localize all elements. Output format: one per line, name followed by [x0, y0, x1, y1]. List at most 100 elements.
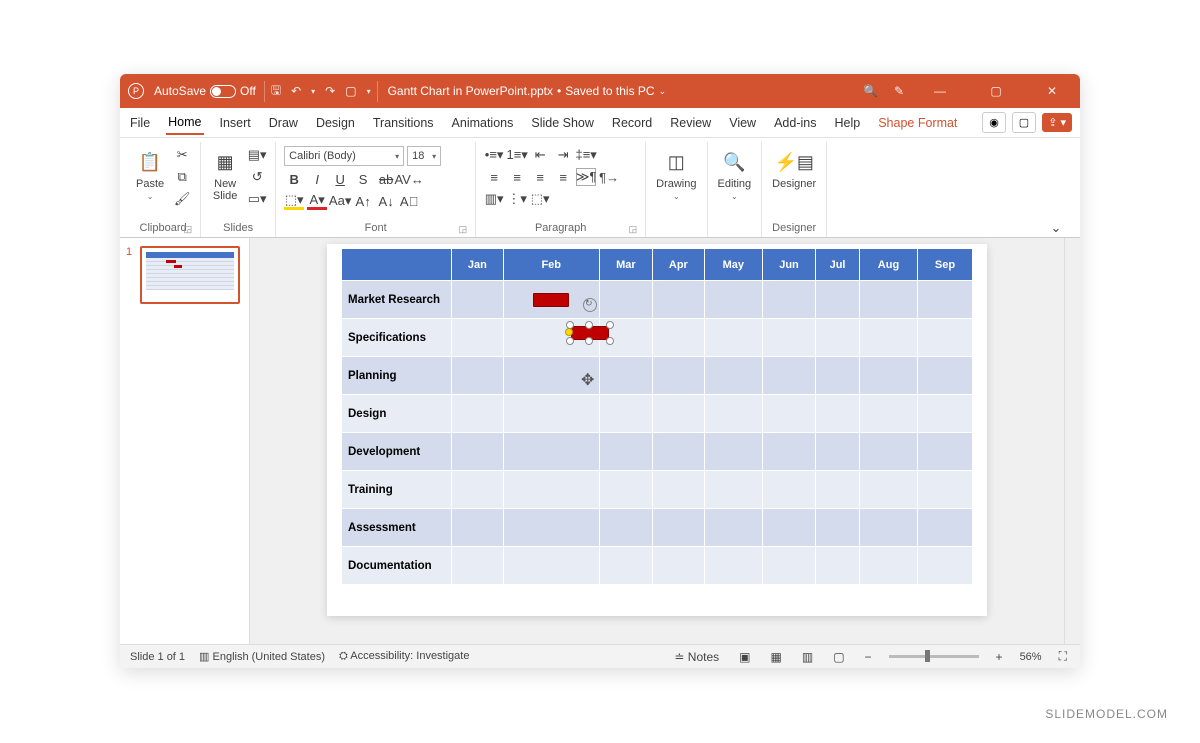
- resize-handle[interactable]: [566, 321, 574, 329]
- tab-design[interactable]: Design: [314, 112, 357, 134]
- undo-icon[interactable]: ↶: [291, 84, 301, 98]
- font-name-select[interactable]: Calibri (Body)▾: [284, 146, 404, 166]
- zoom-out-button[interactable]: −: [862, 650, 875, 664]
- tab-help[interactable]: Help: [832, 112, 862, 134]
- ltr-button[interactable]: ¶→: [599, 168, 619, 186]
- slide-counter[interactable]: Slide 1 of 1: [130, 651, 185, 663]
- resize-handle[interactable]: [606, 337, 614, 345]
- notes-button[interactable]: ≐ Notes: [671, 650, 722, 664]
- font-size-select[interactable]: 18▾: [407, 146, 441, 166]
- resize-handle[interactable]: [585, 337, 593, 345]
- close-button[interactable]: ✕: [1032, 84, 1072, 98]
- tab-slideshow[interactable]: Slide Show: [529, 112, 596, 134]
- tab-record[interactable]: Record: [610, 112, 654, 134]
- designer-button[interactable]: ⚡▤ Designer: [770, 146, 818, 192]
- accessibility-indicator[interactable]: ⛭ Accessibility: Investigate: [339, 650, 469, 663]
- maximize-button[interactable]: ▢: [976, 84, 1016, 98]
- document-title[interactable]: Gantt Chart in PowerPoint.pptx • Saved t…: [388, 84, 667, 98]
- rotate-handle-icon[interactable]: [583, 298, 597, 312]
- launcher-icon[interactable]: ◲: [459, 224, 468, 235]
- grow-font-button[interactable]: A↑: [353, 192, 373, 210]
- layout-icon[interactable]: ▤▾: [247, 146, 267, 164]
- italic-button[interactable]: I: [307, 170, 327, 188]
- normal-view-icon[interactable]: ▣: [736, 650, 753, 664]
- font-color-button[interactable]: A▾: [307, 192, 327, 210]
- underline-button[interactable]: U: [330, 170, 350, 188]
- justify-button[interactable]: ≡: [553, 168, 573, 186]
- tab-home[interactable]: Home: [166, 111, 203, 135]
- pen-icon[interactable]: ✎: [894, 84, 904, 98]
- section-icon[interactable]: ▭▾: [247, 190, 267, 208]
- line-spacing-button[interactable]: ‡≡▾: [576, 146, 596, 164]
- from-beginning-icon[interactable]: ▢: [345, 84, 356, 98]
- indent-right-button[interactable]: ⇥: [553, 146, 573, 164]
- resize-handle[interactable]: [606, 321, 614, 329]
- collapse-ribbon-icon[interactable]: ⌄: [1046, 219, 1066, 237]
- bold-button[interactable]: B: [284, 170, 304, 188]
- present-button[interactable]: ▢: [1012, 112, 1036, 133]
- slideshow-view-icon[interactable]: ▢: [830, 650, 847, 664]
- sorter-view-icon[interactable]: ▦: [768, 650, 785, 664]
- zoom-slider[interactable]: [889, 655, 979, 658]
- undo-caret-icon[interactable]: ▾: [311, 87, 315, 96]
- slide-thumbnail-1[interactable]: [140, 246, 240, 304]
- launcher-icon[interactable]: ◲: [184, 224, 193, 235]
- clear-format-button[interactable]: A⃠: [399, 192, 419, 210]
- fit-to-window-icon[interactable]: ⛶: [1056, 649, 1070, 664]
- slide-canvas-area[interactable]: Jan Feb Mar Apr May Jun Jul Aug Sep Mark…: [250, 238, 1064, 644]
- tab-transitions[interactable]: Transitions: [371, 112, 436, 134]
- tab-file[interactable]: File: [128, 112, 152, 134]
- tab-addins[interactable]: Add-ins: [772, 112, 818, 134]
- zoom-in-button[interactable]: +: [993, 650, 1006, 664]
- align-center-button[interactable]: ≡: [507, 168, 527, 186]
- camera-button[interactable]: ◉: [982, 112, 1006, 133]
- paste-button[interactable]: 📋 Paste ⌄: [134, 146, 166, 203]
- tab-view[interactable]: View: [727, 112, 758, 134]
- strike-button[interactable]: ab: [376, 170, 396, 188]
- launcher-icon[interactable]: ◲: [629, 224, 638, 235]
- editing-button[interactable]: 🔍 Editing ⌄: [716, 146, 754, 203]
- smartart-button[interactable]: ⬚▾: [530, 190, 550, 208]
- adjust-handle[interactable]: [565, 328, 573, 336]
- align-left-button[interactable]: ≡: [484, 168, 504, 186]
- vertical-scrollbar[interactable]: [1064, 238, 1080, 644]
- language-indicator[interactable]: ▥ English (United States): [199, 650, 325, 663]
- indent-left-button[interactable]: ⇤: [530, 146, 550, 164]
- new-slide-button[interactable]: ▦ New Slide: [209, 146, 241, 204]
- tab-animations[interactable]: Animations: [450, 112, 516, 134]
- save-icon[interactable]: 🖫: [271, 81, 281, 102]
- tab-insert[interactable]: Insert: [218, 112, 253, 134]
- minimize-button[interactable]: —: [920, 84, 960, 98]
- numbering-button[interactable]: 1≡▾: [507, 146, 527, 164]
- spacing-button[interactable]: AV↔: [399, 170, 419, 188]
- drawing-button[interactable]: ◫ Drawing ⌄: [654, 146, 698, 203]
- reading-view-icon[interactable]: ▥: [799, 650, 816, 664]
- format-painter-icon[interactable]: 🖌: [172, 190, 192, 208]
- columns-button[interactable]: ▥▾: [484, 190, 504, 208]
- change-case-button[interactable]: Aa▾: [330, 192, 350, 210]
- selected-shape[interactable]: [571, 326, 609, 340]
- search-icon[interactable]: 🔍: [863, 84, 878, 98]
- reset-icon[interactable]: ↺: [247, 168, 267, 186]
- text-direction-button[interactable]: ≫¶: [576, 168, 596, 186]
- align-right-button[interactable]: ≡: [530, 168, 550, 186]
- cut-icon[interactable]: ✂: [172, 146, 192, 164]
- tab-draw[interactable]: Draw: [267, 112, 300, 134]
- copy-icon[interactable]: ⧉: [172, 168, 192, 186]
- gantt-table[interactable]: Jan Feb Mar Apr May Jun Jul Aug Sep Mark…: [341, 248, 973, 585]
- align-text-button[interactable]: ⋮▾: [507, 190, 527, 208]
- share-button[interactable]: ⇪ ▾: [1042, 113, 1072, 132]
- shadow-button[interactable]: S: [353, 170, 373, 188]
- tab-shape-format[interactable]: Shape Format: [876, 112, 959, 134]
- highlight-button[interactable]: ⬚▾: [284, 192, 304, 210]
- gantt-bar[interactable]: [533, 293, 569, 307]
- autosave-toggle[interactable]: AutoSave Off: [154, 84, 256, 98]
- resize-handle[interactable]: [585, 321, 593, 329]
- resize-handle[interactable]: [566, 337, 574, 345]
- slide[interactable]: Jan Feb Mar Apr May Jun Jul Aug Sep Mark…: [327, 244, 987, 616]
- tab-review[interactable]: Review: [668, 112, 713, 134]
- redo-icon[interactable]: ↷: [325, 84, 335, 98]
- zoom-level[interactable]: 56%: [1020, 651, 1042, 663]
- shrink-font-button[interactable]: A↓: [376, 192, 396, 210]
- bullets-button[interactable]: •≡▾: [484, 146, 504, 164]
